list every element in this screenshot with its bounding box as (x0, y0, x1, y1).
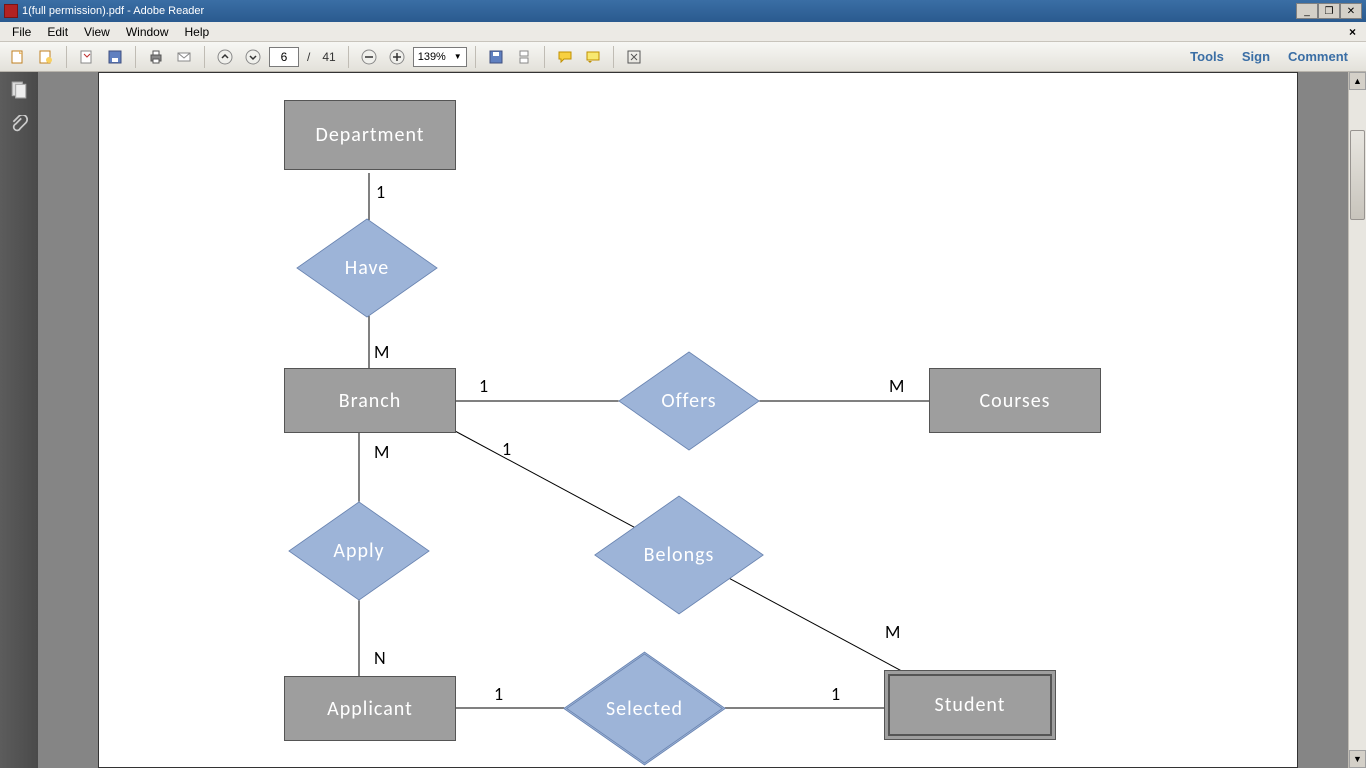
page-total: 41 (318, 50, 339, 64)
toolbar-separator (348, 46, 349, 68)
close-button[interactable]: ✕ (1340, 3, 1362, 19)
relationship-label: Have (317, 218, 417, 318)
relationship-apply: Apply (309, 501, 409, 601)
save-icon[interactable] (103, 45, 127, 69)
er-diagram: Department Branch Courses Applicant Stud… (99, 73, 1297, 767)
entity-label: Courses (980, 389, 1051, 413)
zoom-in-icon[interactable] (385, 45, 409, 69)
create-pdf-icon[interactable] (34, 45, 58, 69)
scroll-track[interactable] (1349, 90, 1366, 750)
entity-courses: Courses (929, 368, 1101, 433)
menu-window[interactable]: Window (118, 23, 177, 41)
entity-label: Applicant (327, 697, 413, 721)
sign-link[interactable]: Sign (1242, 49, 1270, 64)
relationship-offers: Offers (639, 351, 739, 451)
page-up-icon[interactable] (213, 45, 237, 69)
cardinality: 1 (831, 683, 840, 705)
cardinality: 1 (502, 438, 511, 460)
nav-sidebar (0, 72, 38, 768)
toolbar-separator (475, 46, 476, 68)
relationship-belongs: Belongs (619, 495, 739, 615)
page-down-icon[interactable] (241, 45, 265, 69)
cardinality: M (374, 441, 389, 463)
toolbar-separator (613, 46, 614, 68)
cardinality: M (889, 375, 904, 397)
entity-student: Student (884, 670, 1056, 740)
relationship-label: Apply (309, 501, 409, 601)
cardinality: N (374, 647, 386, 669)
relationship-label: Belongs (619, 495, 739, 615)
cardinality: 1 (376, 181, 385, 203)
scroll-thumb[interactable] (1350, 130, 1365, 220)
entity-branch: Branch (284, 368, 456, 433)
zoom-level-select[interactable]: 139% ▼ (413, 47, 467, 67)
scroll-up-icon[interactable]: ▲ (1349, 72, 1366, 90)
toolbar: / 41 139% ▼ Tools Sign Comment (0, 42, 1366, 72)
page-number-input[interactable] (269, 47, 299, 67)
cardinality: M (885, 621, 900, 643)
entity-applicant: Applicant (284, 676, 456, 741)
thumbnails-icon[interactable] (9, 80, 29, 100)
email-icon[interactable] (172, 45, 196, 69)
page-separator: / (303, 50, 314, 64)
highlight-icon[interactable] (581, 45, 605, 69)
menu-help[interactable]: Help (177, 23, 218, 41)
cardinality: 1 (494, 683, 503, 705)
cardinality: 1 (479, 375, 488, 397)
pdf-page: Department Branch Courses Applicant Stud… (98, 72, 1298, 768)
toolbar-separator (66, 46, 67, 68)
minimize-button[interactable]: _ (1296, 3, 1318, 19)
vertical-scrollbar[interactable]: ▲ ▼ (1348, 72, 1366, 768)
doc-close-button[interactable]: × (1343, 25, 1362, 39)
scroll-mode-icon[interactable] (512, 45, 536, 69)
window-controls: _ ❐ ✕ (1296, 3, 1362, 19)
relationship-have: Have (317, 218, 417, 318)
pdf-icon (4, 4, 18, 18)
relationship-label: Selected (587, 651, 702, 766)
comment-icon[interactable] (553, 45, 577, 69)
menu-edit[interactable]: Edit (39, 23, 76, 41)
zoom-value: 139% (418, 51, 446, 63)
cardinality: M (374, 341, 389, 363)
open-icon[interactable] (75, 45, 99, 69)
comment-link[interactable]: Comment (1288, 49, 1348, 64)
entity-label: Student (935, 693, 1006, 717)
entity-label: Department (316, 123, 425, 147)
chevron-down-icon: ▼ (454, 52, 462, 61)
menu-file[interactable]: File (4, 23, 39, 41)
toolbar-separator (135, 46, 136, 68)
relationship-selected: Selected (587, 651, 702, 766)
tools-link[interactable]: Tools (1190, 49, 1224, 64)
menubar: File Edit View Window Help × (0, 22, 1366, 42)
save-copy-icon[interactable] (484, 45, 508, 69)
toolbar-separator (544, 46, 545, 68)
window-titlebar: 1(full permission).pdf - Adobe Reader _ … (0, 0, 1366, 22)
zoom-out-icon[interactable] (357, 45, 381, 69)
document-area[interactable]: Department Branch Courses Applicant Stud… (38, 72, 1348, 768)
restore-button[interactable]: ❐ (1318, 3, 1340, 19)
export-pdf-icon[interactable] (6, 45, 30, 69)
entity-label: Branch (339, 389, 402, 413)
entity-department: Department (284, 100, 456, 170)
toolbar-panels: Tools Sign Comment (1190, 49, 1360, 64)
relationship-label: Offers (639, 351, 739, 451)
menu-view[interactable]: View (76, 23, 118, 41)
toolbar-separator (204, 46, 205, 68)
read-mode-icon[interactable] (622, 45, 646, 69)
print-icon[interactable] (144, 45, 168, 69)
attachments-icon[interactable] (9, 114, 29, 134)
scroll-down-icon[interactable]: ▼ (1349, 750, 1366, 768)
window-title: 1(full permission).pdf - Adobe Reader (22, 5, 1296, 17)
